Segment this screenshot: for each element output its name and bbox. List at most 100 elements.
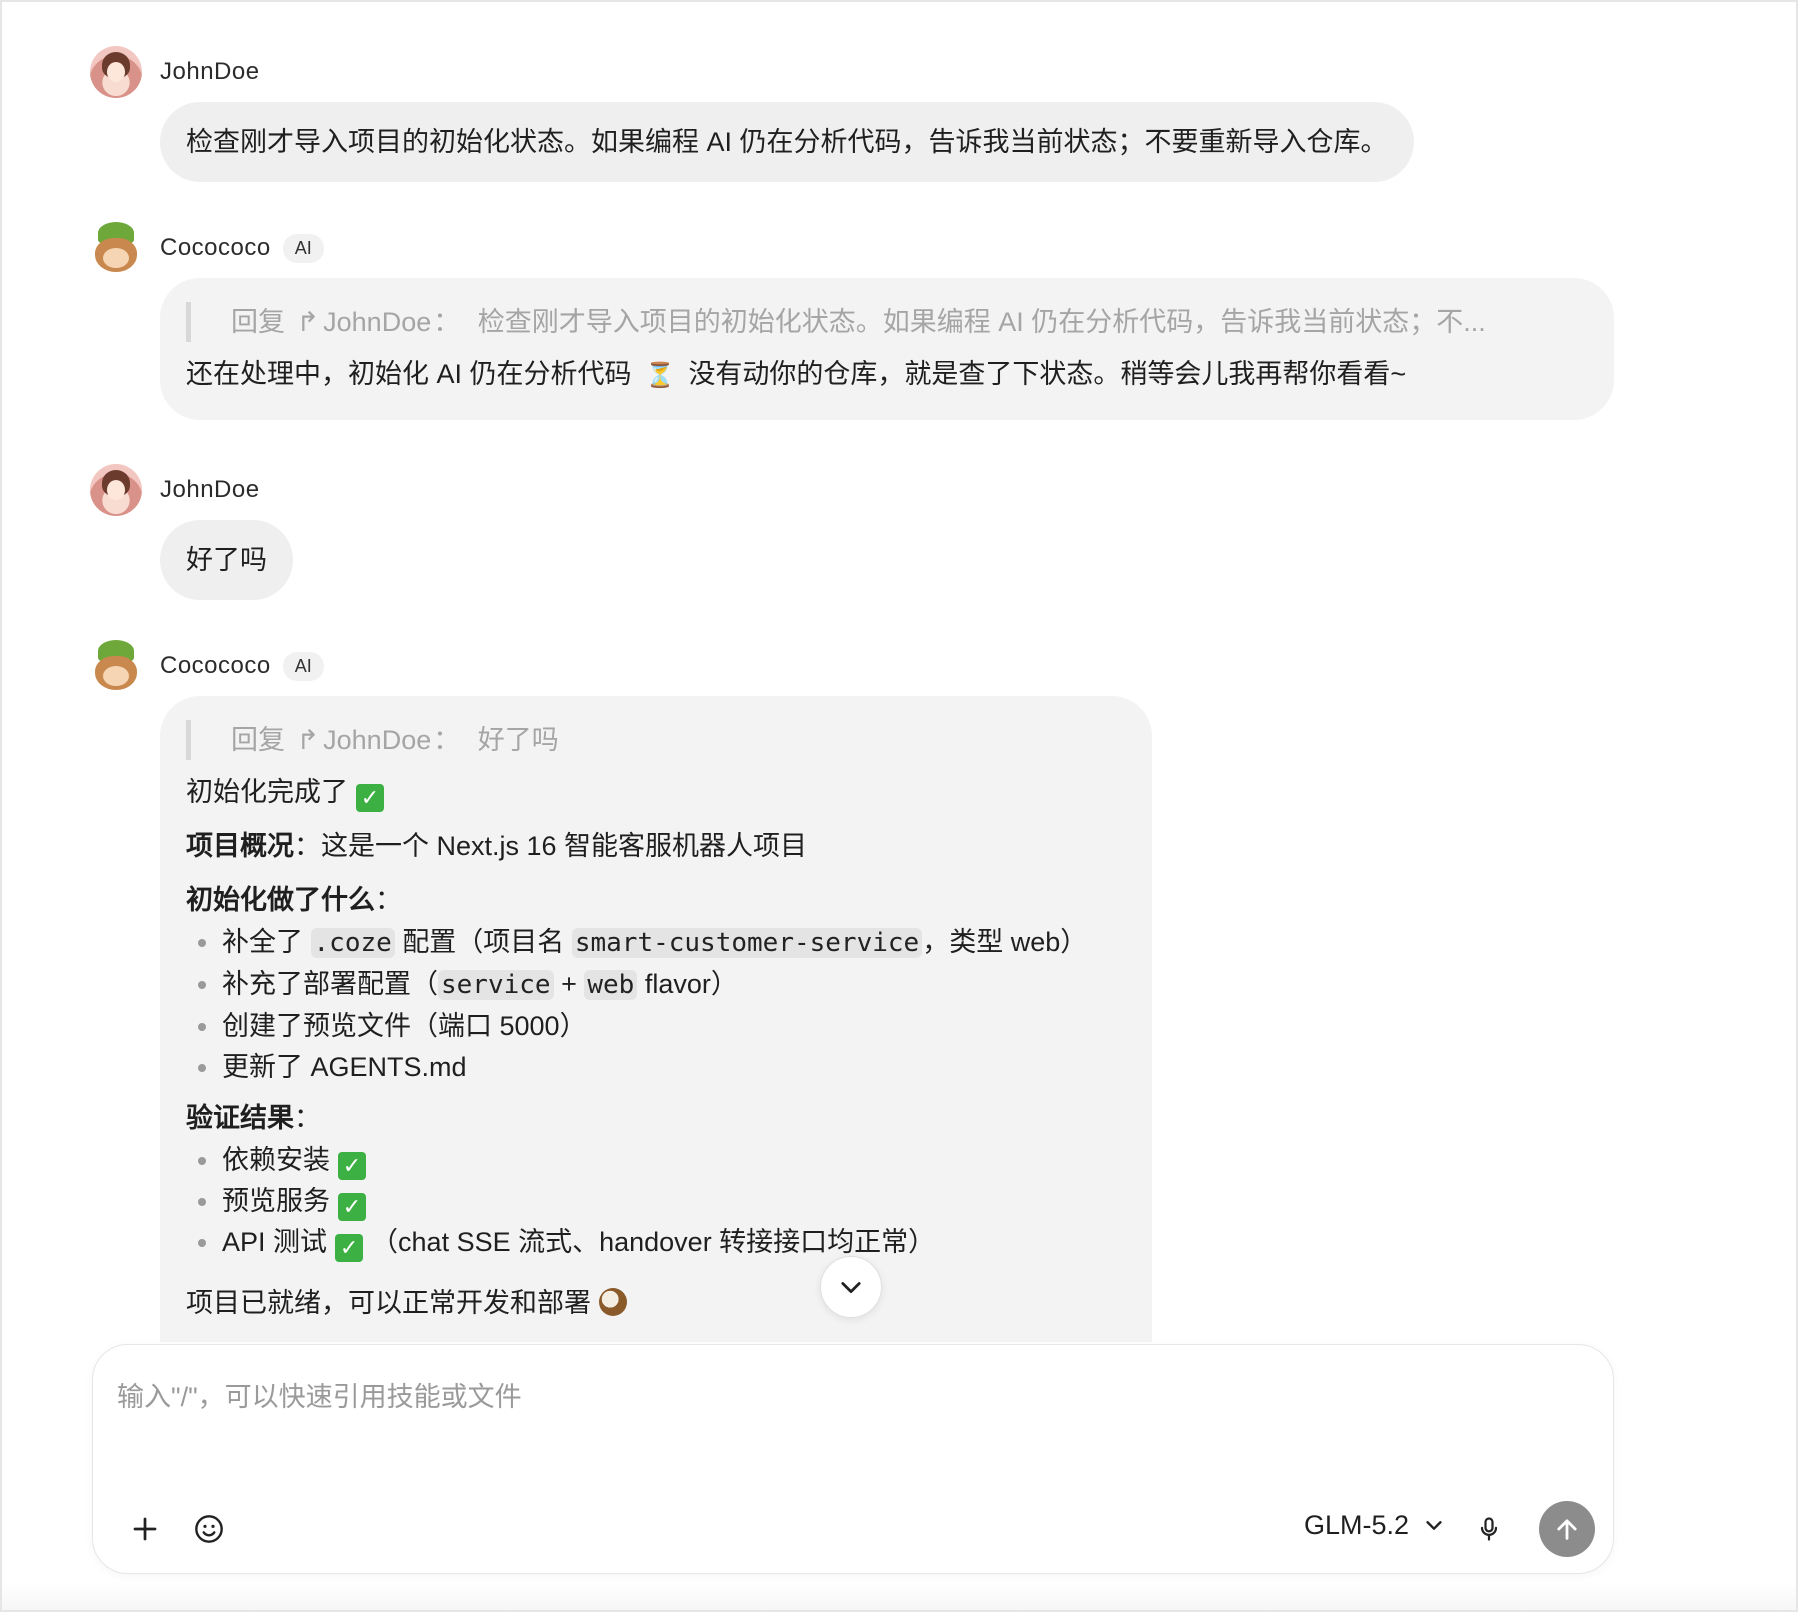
chat-scroll-area[interactable]: JohnDoe 检查刚才导入项目的初始化状态。如果编程 AI 仍在分析代码，告诉… [2,2,1796,1342]
message-bubble: 好了吗 [160,520,293,600]
list-item-text: + [553,969,585,999]
did-list: 补全了 .coze 配置（项目名 smart-customer-service，… [186,922,1126,1088]
microphone-icon [1480,1517,1498,1541]
model-selector[interactable]: GLM-5.2 [1304,1503,1445,1547]
list-item-text: 补充了部署配置（ [222,969,438,999]
author-name: Cocococo [160,234,271,261]
overview-line: 项目概况：这是一个 Next.js 16 智能客服机器人项目 [186,826,1126,866]
check-icon: ✓ [338,1152,366,1180]
message-header: JohnDoe [90,464,293,516]
message-bubble: 回复 ↱ JohnDoe： 好了吗 初始化完成了 ✓ 项目概况：这是一个 Next.… [160,696,1152,1342]
verify-separator: ： [294,1103,321,1133]
message-ai-2: Cocococo AI 回复 ↱ JohnDoe： 好了吗 初始化完成了 ✓ 项目概… [90,640,1152,1342]
list-item-text: （chat SSE 流式、handover 转接接口均正常） [371,1227,936,1257]
model-name: GLM-5.2 [1303,1509,1409,1540]
hourglass-icon: ⏳ [645,362,675,389]
done-line: 初始化完成了 ✓ [186,772,1126,812]
inline-code: web [584,970,638,1000]
ready-line: 项目已就绪，可以正常开发和部署 [186,1283,1126,1323]
user-avatar[interactable] [90,464,142,516]
check-icon: ✓ [338,1193,366,1221]
reply-quote[interactable]: 回复 ↱ JohnDoe： 检查刚才导入项目的初始化状态。如果编程 AI 仍在分析… [186,302,1588,342]
verify-list: 依赖安装 ✓ 预览服务 ✓ API 测试 ✓ （chat SSE 流式、handover… [186,1140,1126,1263]
reply-prefix: 回复 [231,307,285,337]
list-item-text: 预览服务 [222,1186,330,1216]
message-text-part: 还在处理中，初始化 AI 仍在分析代码 [186,359,632,389]
scroll-to-bottom-button[interactable] [820,1256,882,1318]
author-name: JohnDoe [160,476,260,503]
reply-to: JohnDoe [323,725,432,755]
message-user-2: JohnDoe 好了吗 [90,464,293,600]
user-avatar[interactable] [90,46,142,98]
arrow-up-icon [1557,1519,1577,1540]
message-user-1: JohnDoe 检查刚才导入项目的初始化状态。如果编程 AI 仍在分析代码，告诉… [90,46,1414,182]
microphone-button[interactable] [1465,1505,1513,1553]
overview-separator: ： [294,831,321,861]
ai-avatar[interactable] [90,640,142,692]
did-label: 初始化做了什么 [186,885,375,915]
list-item: 补全了 .coze 配置（项目名 smart-customer-service，… [186,922,1126,964]
reply-separator: ： [433,307,461,337]
list-item: 依赖安装 ✓ [186,1140,1126,1181]
list-item-text: ，类型 web） [922,927,1088,957]
emoji-icon [195,1515,223,1543]
message-header: Cocococo AI [90,640,1150,692]
message-bubble: 回复 ↱ JohnDoe： 检查刚才导入项目的初始化状态。如果编程 AI 仍在分析… [160,278,1614,420]
list-item: 更新了 AGENTS.md [186,1047,1126,1088]
inline-code: .coze [310,928,395,958]
did-separator: ： [375,885,402,915]
author-name: JohnDoe [160,58,260,85]
overview-text: 这是一个 Next.js 16 智能客服机器人项目 [321,831,808,861]
chevron-down-icon [841,1282,861,1294]
ready-text: 项目已就绪，可以正常开发和部署 [186,1288,591,1318]
list-item-text: 补全了 [222,927,303,957]
list-item-text: API 测试 [222,1227,328,1257]
message-header: JohnDoe [90,46,1414,98]
list-item-text: flavor） [637,969,738,999]
send-button[interactable] [1539,1501,1595,1557]
chevron-down-icon [1426,1521,1442,1530]
ai-avatar[interactable] [90,222,142,274]
message-text: 还在处理中，初始化 AI 仍在分析代码 ⏳ 没有动你的仓库，就是查了下状态。稍等… [186,354,1588,396]
message-composer: GLM-5.2 [92,1344,1614,1574]
author-name: Cocococo [160,652,271,679]
list-item-text: 更新了 AGENTS.md [222,1052,467,1082]
did-heading: 初始化做了什么： [186,880,1126,920]
inline-code: smart-customer-service [571,928,923,958]
reply-quote-text: 好了吗 [477,725,559,755]
list-item: 补充了部署配置（ service + web flavor） [186,964,1126,1006]
message-text: 好了吗 [186,545,267,575]
verify-heading: 验证结果： [186,1098,1126,1138]
reply-separator: ： [433,725,461,755]
check-icon: ✓ [335,1234,364,1262]
list-item: API 测试 ✓ （chat SSE 流式、handover 转接接口均正常） [186,1222,1126,1263]
check-icon: ✓ [356,784,384,812]
message-text: 检查刚才导入项目的初始化状态。如果编程 AI 仍在分析代码，告诉我当前状态；不要… [186,127,1388,157]
app-frame: JohnDoe 检查刚才导入项目的初始化状态。如果编程 AI 仍在分析代码，告诉… [0,0,1798,1612]
reply-quote[interactable]: 回复 ↱ JohnDoe： 好了吗 [186,720,1126,760]
message-header: Cocococo AI [90,222,1614,274]
reply-arrow-icon: ↱ [296,725,320,755]
message-input[interactable] [117,1367,1587,1427]
plus-icon [133,1517,157,1541]
list-item: 预览服务 ✓ [186,1181,1126,1222]
done-text: 初始化完成了 [186,777,348,807]
coconut-icon [599,1288,627,1316]
bottom-fade [2,1582,1796,1610]
verify-label: 验证结果 [186,1103,294,1133]
overview-label: 项目概况 [186,831,294,861]
emoji-button[interactable] [185,1505,233,1553]
list-item-text: 创建了预览文件（端口 5000） [222,1011,587,1041]
reply-quote-text: 检查刚才导入项目的初始化状态。如果编程 AI 仍在分析代码，告诉我当前状态；不.… [477,307,1486,337]
list-item-text: 依赖安装 [222,1145,330,1175]
ai-badge: AI [282,233,324,263]
ai-badge: AI [282,651,324,681]
add-button[interactable] [121,1505,169,1553]
message-text-part: 没有动你的仓库，就是查了下状态。稍等会儿我再帮你看看~ [688,359,1407,389]
reply-arrow-icon: ↱ [296,307,320,337]
inline-code: service [438,970,554,1000]
reply-to: JohnDoe [323,307,432,337]
list-item: 创建了预览文件（端口 5000） [186,1006,1126,1047]
message-ai-1: Cocococo AI 回复 ↱ JohnDoe： 检查刚才导入项目的初始化状态。… [90,222,1614,420]
list-item-text: 配置（项目名 [402,927,565,957]
